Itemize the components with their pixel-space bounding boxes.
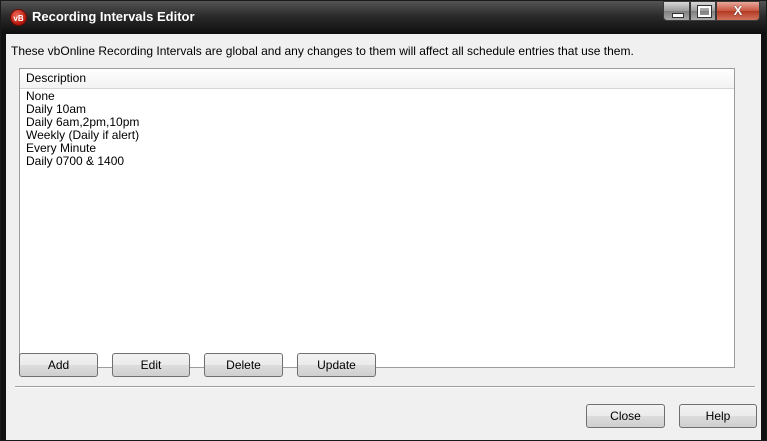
maximize-button[interactable] <box>690 1 716 21</box>
window-title: Recording Intervals Editor <box>32 9 195 24</box>
minimize-icon <box>672 13 684 18</box>
list-rows: None Daily 10am Daily 6am,2pm,10pm Weekl… <box>20 89 734 168</box>
maximize-icon <box>697 5 712 18</box>
intervals-list[interactable]: Description None Daily 10am Daily 6am,2p… <box>19 68 735 368</box>
delete-button[interactable]: Delete <box>204 353 283 377</box>
dialog-body: These vbOnline Recording Intervals are g… <box>6 34 761 440</box>
list-item[interactable]: Weekly (Daily if alert) <box>26 129 734 142</box>
title-bar[interactable]: vB Recording Intervals Editor X <box>1 1 766 34</box>
close-icon: X <box>733 3 743 18</box>
close-button[interactable]: Close <box>586 404 665 428</box>
list-item[interactable]: None <box>26 90 734 103</box>
separator <box>15 386 755 388</box>
window-controls: X <box>663 1 760 21</box>
update-button[interactable]: Update <box>297 353 376 377</box>
list-item[interactable]: Daily 0700 & 1400 <box>26 155 734 168</box>
app-logo-icon: vB <box>10 9 27 26</box>
edit-button[interactable]: Edit <box>112 353 190 377</box>
list-item[interactable]: Every Minute <box>26 142 734 155</box>
minimize-button[interactable] <box>663 1 690 21</box>
help-button[interactable]: Help <box>679 404 757 428</box>
recording-intervals-window: vB Recording Intervals Editor X These vb… <box>0 0 767 441</box>
column-header-description[interactable]: Description <box>20 69 734 89</box>
close-window-button[interactable]: X <box>716 1 760 21</box>
info-text: These vbOnline Recording Intervals are g… <box>11 44 634 58</box>
add-button[interactable]: Add <box>19 353 98 377</box>
right-frame <box>761 34 766 440</box>
